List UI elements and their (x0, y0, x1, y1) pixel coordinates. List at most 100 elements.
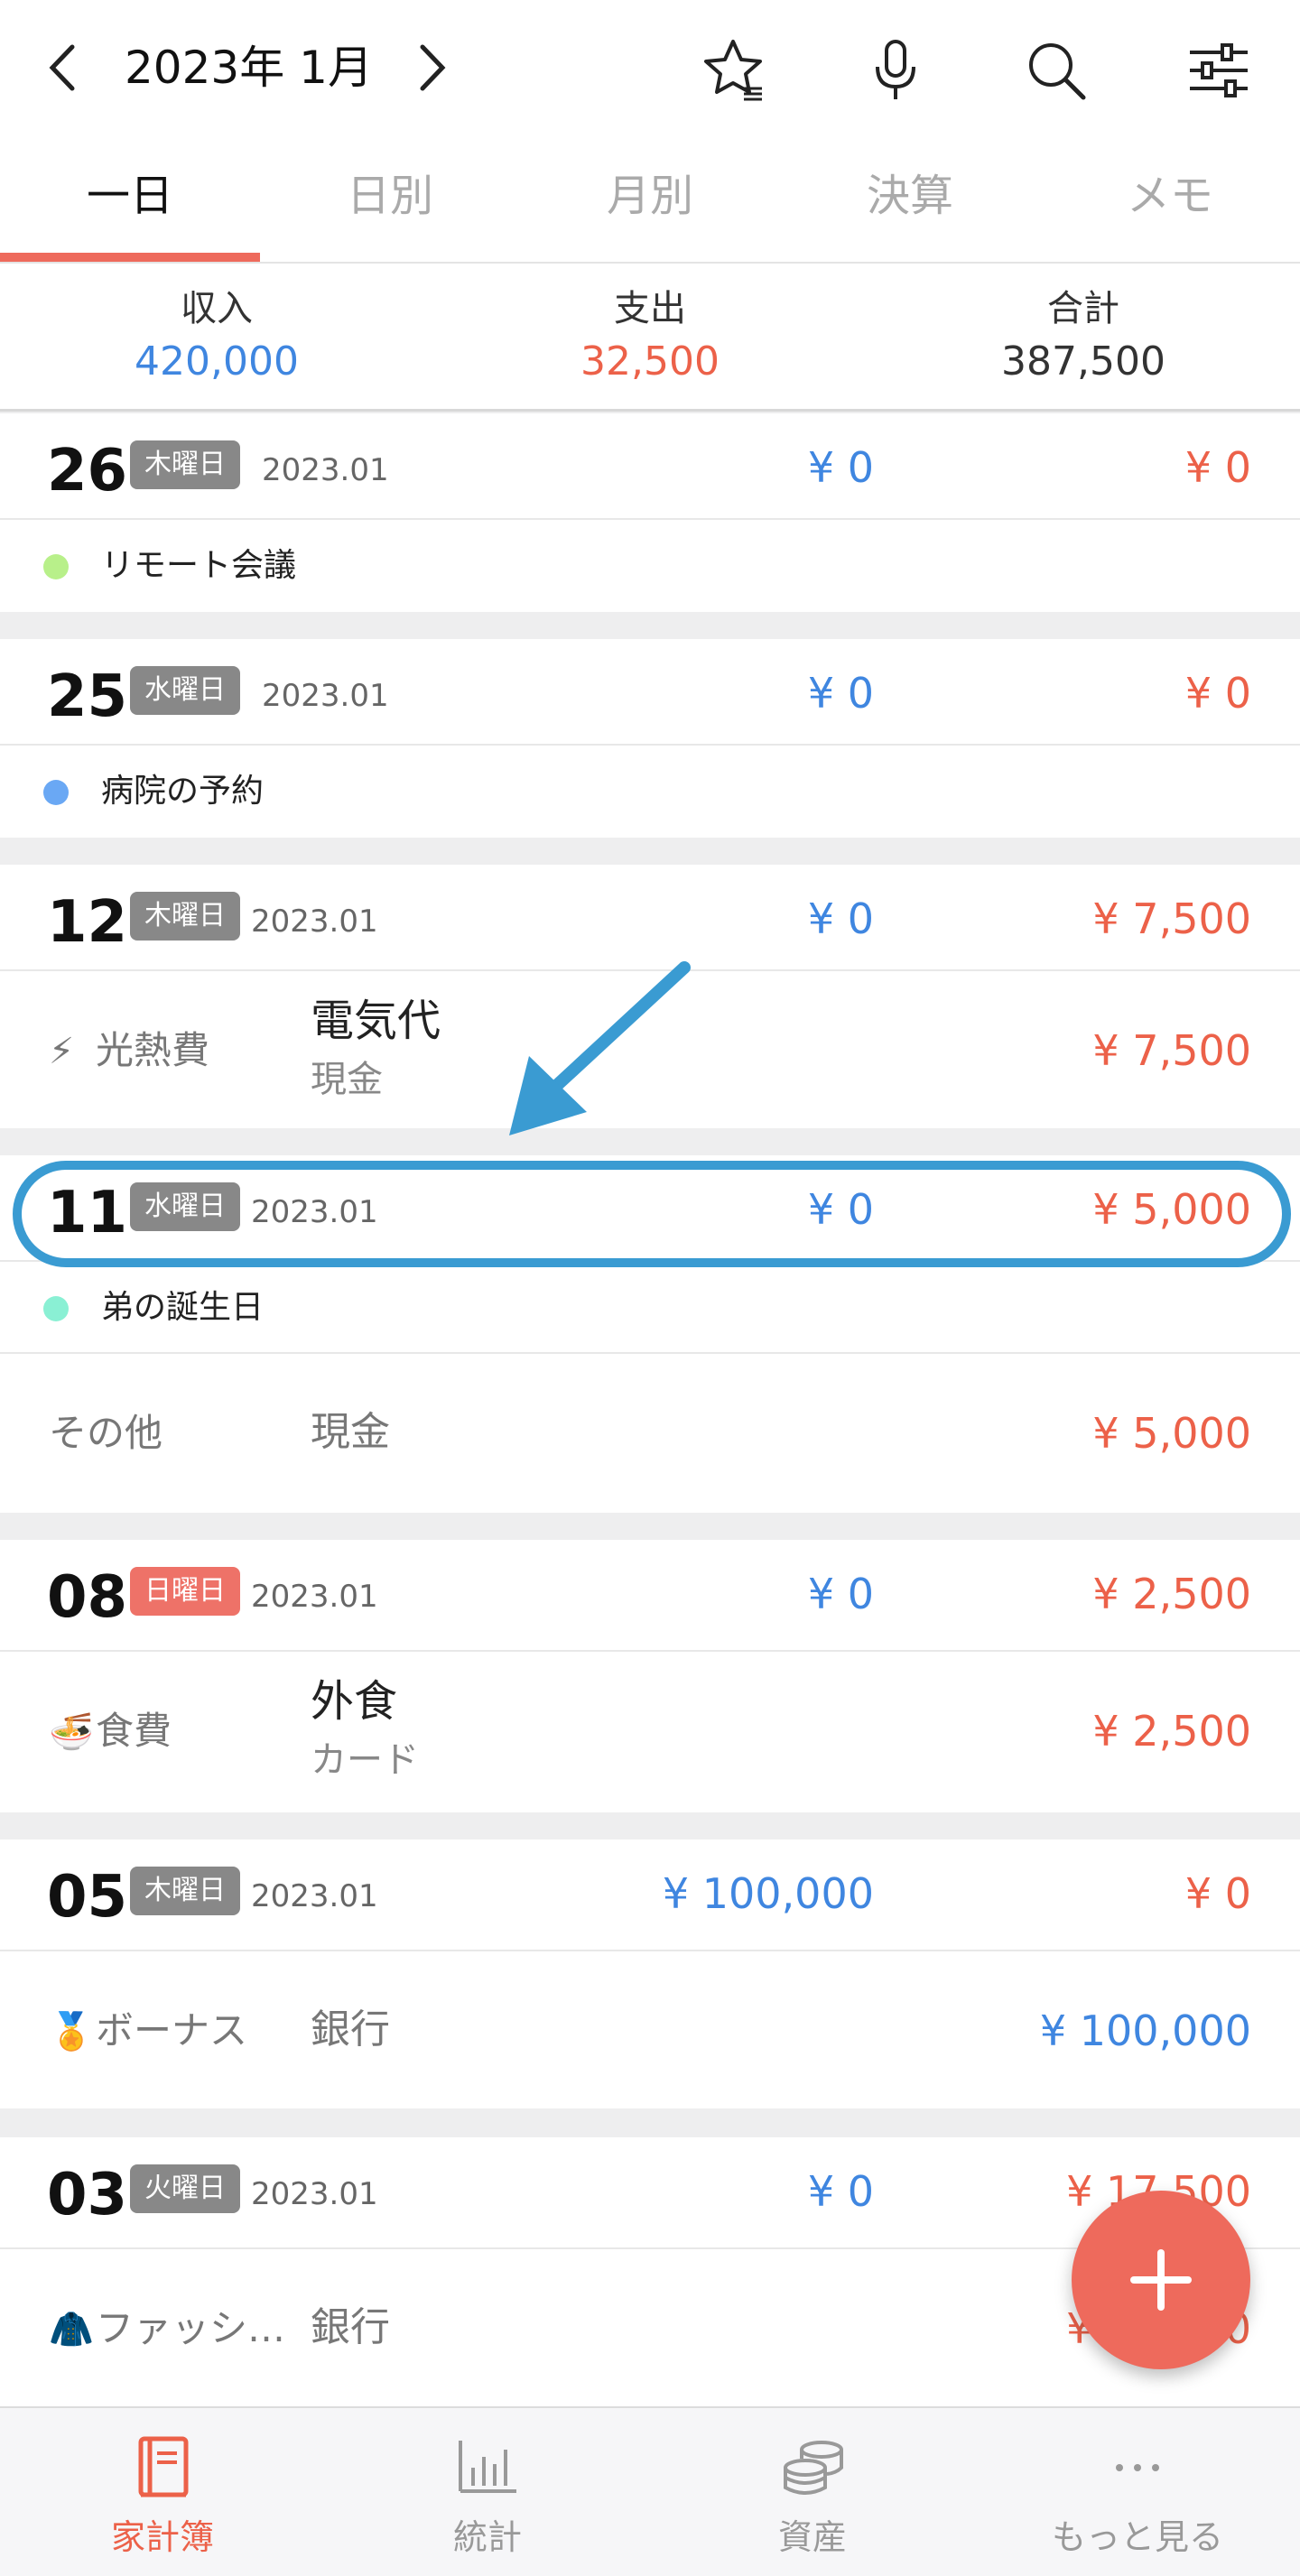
highlight-ring (13, 1161, 1291, 1267)
day-year-month: 2023.01 (262, 678, 389, 714)
transaction-amount: ¥ 2,500 (1092, 1707, 1251, 1756)
search-icon (1029, 43, 1086, 100)
more-icon (1101, 2432, 1174, 2504)
transaction-amount: ¥ 7,500 (1092, 1026, 1251, 1075)
next-month-button[interactable] (406, 36, 460, 99)
day-group-05: 05 木曜日 2023.01 ¥ 100,000 ¥ 0 🏅ボーナス 銀行 ¥ … (0, 1839, 1300, 2108)
plus-icon (1130, 2249, 1192, 2311)
day-header[interactable]: 12 木曜日 2023.01 ¥ 0 ¥ 7,500 (0, 865, 1300, 971)
add-transaction-button[interactable] (1072, 2191, 1250, 2369)
transaction-account: 銀行 (311, 2304, 390, 2350)
transaction-account: 現金 (311, 1059, 383, 1100)
day-income: ¥ 0 (807, 894, 874, 943)
day-income: ¥ 0 (807, 443, 874, 492)
nav-statistics[interactable]: 統計 (325, 2408, 650, 2576)
day-header[interactable]: 25 水曜日 2023.01 ¥ 0 ¥ 0 (0, 639, 1300, 746)
weekday-badge: 火曜日 (130, 2164, 240, 2213)
view-tabs: 一日 日別 月別 決算 メモ (0, 135, 1300, 264)
month-title[interactable]: 2023年 1月 (125, 34, 373, 101)
day-number: 12 (47, 889, 128, 956)
day-expense: ¥ 0 (1184, 443, 1251, 492)
day-expense: ¥ 7,500 (1092, 894, 1251, 943)
noodle-bowl-icon: 🍜 (49, 1711, 94, 1753)
day-header[interactable]: 26 木曜日 2023.01 ¥ 0 ¥ 0 (0, 413, 1300, 520)
chevron-left-icon (49, 44, 75, 91)
tab-memo[interactable]: メモ (1040, 135, 1300, 262)
transaction-row[interactable]: 🍜食費 外食 カード ¥ 2,500 (0, 1652, 1300, 1811)
memo-color-dot (43, 1296, 69, 1321)
day-expense: ¥ 0 (1184, 1869, 1251, 1918)
total-value: 387,500 (1001, 338, 1165, 385)
day-number: 25 (47, 663, 128, 730)
day-income: ¥ 0 (807, 669, 874, 718)
chevron-right-icon (420, 44, 446, 91)
day-number: 08 (47, 1564, 128, 1631)
income-label: 収入 (181, 288, 253, 329)
day-year-month: 2023.01 (251, 1579, 378, 1615)
day-income: ¥ 0 (807, 1570, 874, 1618)
summary-income: 収入 420,000 (0, 283, 433, 390)
transaction-row[interactable]: その他 現金 ¥ 5,000 (0, 1354, 1300, 1513)
weekday-badge: 木曜日 (130, 1867, 240, 1915)
memo-item[interactable]: 病院の予約 (0, 746, 1300, 838)
nav-label: もっと見る (1051, 2517, 1223, 2557)
day-group-08: 08 日曜日 2023.01 ¥ 0 ¥ 2,500 🍜食費 外食 カード ¥ … (0, 1540, 1300, 1812)
memo-item[interactable]: 弟の誕生日 (0, 1262, 1300, 1354)
weekday-badge: 水曜日 (130, 666, 240, 715)
month-summary: 収入 420,000 支出 32,500 合計 387,500 (0, 264, 1300, 412)
tab-monthly[interactable]: 月別 (520, 135, 780, 262)
coins-icon (776, 2432, 849, 2504)
voice-input-button[interactable] (859, 34, 932, 107)
lightning-icon: ⚡ (49, 1031, 75, 1072)
nav-more[interactable]: もっと見る (975, 2408, 1300, 2576)
day-year-month: 2023.01 (262, 452, 389, 488)
day-number: 05 (47, 1864, 128, 1931)
tab-calendar[interactable]: 日別 (260, 135, 520, 262)
tab-summary[interactable]: 決算 (780, 135, 1040, 262)
day-expense: ¥ 2,500 (1092, 1570, 1251, 1618)
star-list-icon (704, 40, 762, 101)
memo-color-dot (43, 554, 69, 579)
transaction-amount: ¥ 100,000 (1039, 2006, 1251, 2055)
weekday-badge: 日曜日 (130, 1567, 240, 1616)
total-label: 合計 (1047, 288, 1119, 329)
book-icon (126, 2432, 199, 2504)
filter-button[interactable] (1183, 34, 1255, 107)
transaction-category: ⚡ 光熱費 (49, 1024, 209, 1079)
day-number: 03 (47, 2162, 128, 2229)
memo-item[interactable]: リモート会議 (0, 520, 1300, 612)
day-header[interactable]: 05 木曜日 2023.01 ¥ 100,000 ¥ 0 (0, 1839, 1300, 1951)
day-year-month: 2023.01 (251, 2176, 378, 2212)
day-group-25: 25 水曜日 2023.01 ¥ 0 ¥ 0 病院の予約 (0, 639, 1300, 838)
weekday-badge: 木曜日 (130, 892, 240, 941)
app-header: 2023年 1月 (0, 0, 1300, 135)
transaction-category: 🧥ファッシ… (49, 2302, 285, 2357)
bottom-navigation: 家計簿 統計 資産 もっと見る (0, 2406, 1300, 2576)
nav-household-book[interactable]: 家計簿 (0, 2408, 325, 2576)
memo-text: リモート会議 (101, 547, 297, 584)
transaction-row[interactable]: 🏅ボーナス 銀行 ¥ 100,000 (0, 1951, 1300, 2110)
day-header[interactable]: 08 日曜日 2023.01 ¥ 0 ¥ 2,500 (0, 1540, 1300, 1652)
day-expense: ¥ 0 (1184, 669, 1251, 718)
prev-month-button[interactable] (36, 36, 90, 99)
coat-icon: 🧥 (49, 2309, 94, 2350)
transaction-amount: ¥ 5,000 (1092, 1409, 1251, 1458)
summary-total: 合計 387,500 (867, 283, 1300, 390)
nav-assets[interactable]: 資産 (650, 2408, 975, 2576)
bookmark-button[interactable] (699, 34, 771, 107)
transaction-account: 現金 (311, 1409, 390, 1455)
nav-label: 資産 (777, 2517, 847, 2557)
transaction-account: カード (311, 1739, 419, 1781)
search-button[interactable] (1020, 34, 1092, 107)
sliders-icon (1190, 43, 1248, 97)
memo-text: 病院の予約 (101, 773, 265, 810)
expense-value: 32,500 (580, 338, 720, 385)
expense-label: 支出 (614, 288, 686, 329)
tab-daily[interactable]: 一日 (0, 135, 260, 262)
day-number: 26 (47, 438, 128, 505)
transaction-title: 外食 (311, 1676, 398, 1727)
income-value: 420,000 (135, 338, 299, 385)
day-income: ¥ 100,000 (662, 1869, 874, 1918)
transaction-account: 銀行 (311, 2006, 390, 2052)
day-year-month: 2023.01 (251, 903, 378, 940)
